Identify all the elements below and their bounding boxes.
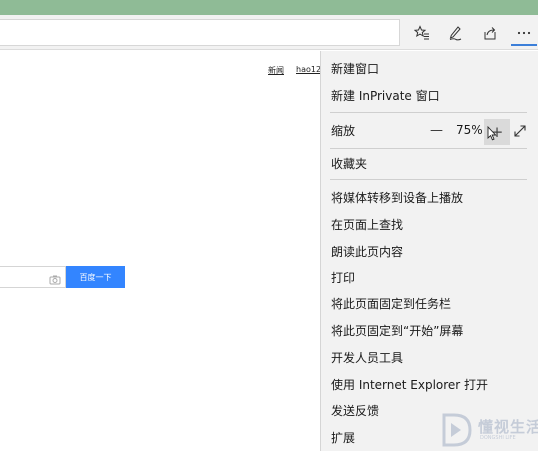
mouse-cursor-icon <box>487 125 497 145</box>
more-icon[interactable] <box>511 20 537 46</box>
menu-divider <box>330 148 527 149</box>
camera-icon[interactable] <box>49 271 61 290</box>
browser-toolbar <box>0 15 538 50</box>
menu-item-pin-start[interactable]: 将此页固定到“开始”屏幕 <box>331 323 463 339</box>
zoom-row: 缩放 — 75% + <box>321 117 538 145</box>
search-button[interactable]: 百度一下 <box>66 266 125 288</box>
zoom-label: 缩放 <box>331 124 356 138</box>
menu-item-cast-media[interactable]: 将媒体转移到设备上播放 <box>331 190 463 206</box>
zoom-out-button[interactable]: — <box>430 123 443 138</box>
settings-menu: 新建窗口 新建 InPrivate 窗口 缩放 — 75% + 收藏夹 将媒体转… <box>320 51 538 451</box>
zoom-level: 75% <box>456 123 483 137</box>
watermark-text: 懂视生活 <box>478 418 538 436</box>
watermark-logo-icon <box>442 413 472 447</box>
menu-item-feedback[interactable]: 发送反馈 <box>331 403 379 419</box>
watermark-subtext: DONGSHI LIFE <box>480 435 516 441</box>
menu-item-print[interactable]: 打印 <box>331 270 355 286</box>
menu-item-dev-tools[interactable]: 开发人员工具 <box>331 350 403 366</box>
fullscreen-icon[interactable] <box>513 123 527 142</box>
menu-item-pin-taskbar[interactable]: 将此页面固定到任务栏 <box>331 296 451 312</box>
menu-item-favorites[interactable]: 收藏夹 <box>331 156 367 172</box>
share-icon[interactable] <box>477 20 503 46</box>
menu-item-read-aloud[interactable]: 朗读此页内容 <box>331 244 403 260</box>
favorites-star-icon[interactable] <box>409 20 435 46</box>
pen-note-icon[interactable] <box>442 20 468 46</box>
menu-item-open-ie[interactable]: 使用 Internet Explorer 打开 <box>331 377 488 393</box>
search-input[interactable] <box>0 266 66 288</box>
menu-divider <box>330 179 527 180</box>
hao123-link[interactable]: hao12 <box>296 65 321 74</box>
window-title-bar <box>0 0 538 15</box>
menu-item-find-on-page[interactable]: 在页面上查找 <box>331 217 403 233</box>
web-page: 新闻 hao12 百度一下 <box>0 51 321 451</box>
news-link[interactable]: 新闻 <box>268 65 284 76</box>
menu-item-extensions[interactable]: 扩展 <box>331 430 355 446</box>
menu-item-new-inprivate[interactable]: 新建 InPrivate 窗口 <box>331 88 440 104</box>
menu-item-new-window[interactable]: 新建窗口 <box>331 61 379 77</box>
address-bar[interactable] <box>0 19 400 46</box>
watermark-logo: 懂视生活 DONGSHI LIFE <box>440 412 538 448</box>
menu-divider <box>330 112 527 113</box>
